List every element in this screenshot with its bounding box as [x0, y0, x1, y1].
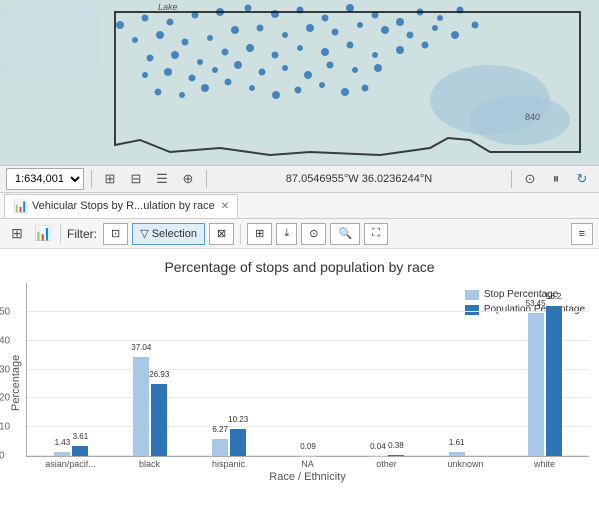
- filter-zoom-btn[interactable]: 🔍: [330, 223, 360, 245]
- map-area: Lake 840: [0, 0, 599, 165]
- filter-extra-btn[interactable]: ⊠: [209, 223, 234, 245]
- chart-plot: 010203040501.433.6137.0426.936.2710.230.…: [26, 283, 589, 457]
- x-axis-label: asian/pacif...: [31, 459, 110, 469]
- map-action-2[interactable]: ⏸: [545, 168, 567, 190]
- stop-bar: 37.04: [133, 357, 149, 456]
- bar-value-label: 10.23: [228, 415, 248, 424]
- tab-close-button[interactable]: ✕: [221, 201, 229, 212]
- pop-bar: 3.61: [72, 446, 88, 456]
- filter-selection-label: Selection: [152, 228, 197, 240]
- filter-fullscreen-btn[interactable]: ⛶: [364, 223, 388, 245]
- tab-bar: 📊 Vehicular Stops by R...ulation by race…: [0, 193, 599, 219]
- filter-text-label: Filter:: [67, 227, 97, 241]
- bar-group: 37.0426.93: [111, 357, 190, 456]
- stop-bar: 1.61: [449, 452, 465, 456]
- toolbar-separator-2: [206, 170, 207, 188]
- y-tick-label: 40: [0, 335, 10, 346]
- y-axis-label: Percentage: [10, 283, 26, 483]
- filter-map-btn[interactable]: ⊙: [301, 223, 326, 245]
- tab-chart-icon: 📊: [13, 199, 28, 213]
- y-tick-label: 20: [0, 393, 10, 404]
- filter-table-btn[interactable]: ⊞: [247, 223, 272, 245]
- filter-toolbar: ⊞ 📊 Filter: ⊡ ▽ Selection ⊠ ⊞ ⤓ ⊙ 🔍 ⛶ ≡: [0, 219, 599, 249]
- filter-icon-btn[interactable]: ⊡: [103, 223, 128, 245]
- filter-sep-2: [240, 224, 241, 244]
- y-tick-label: 0: [0, 451, 5, 462]
- map-tool-1[interactable]: ⊞: [99, 168, 121, 190]
- x-axis-label: hispanic: [189, 459, 268, 469]
- svg-text:Lake: Lake: [158, 2, 178, 12]
- right-icons: ≡: [571, 223, 593, 245]
- bar-value-label: 1.43: [55, 438, 71, 447]
- filter-funnel-icon: ▽: [140, 227, 148, 240]
- map-tool-3[interactable]: ☰: [151, 168, 173, 190]
- map-toolbar: 1:634,001 ⊞ ⊟ ☰ ⊕ 87.0546955°W 36.023624…: [0, 165, 599, 193]
- pop-bar: 56.2: [546, 306, 562, 456]
- bar-group: 1.433.61: [32, 446, 111, 456]
- chart-container: Percentage 010203040501.433.6137.0426.93…: [10, 283, 589, 483]
- x-axis-label: other: [347, 459, 426, 469]
- y-tick-label: 50: [0, 306, 10, 317]
- x-axis-label: unknown: [426, 459, 505, 469]
- map-action-1[interactable]: ⊙: [519, 168, 541, 190]
- chart-title: Percentage of stops and population by ra…: [10, 259, 589, 275]
- bar-value-label: 53.45: [526, 299, 546, 308]
- bar-value-label: 0.09: [300, 442, 316, 451]
- filter-selection-btn[interactable]: ▽ Selection: [132, 223, 205, 245]
- toolbar-chart-icon[interactable]: 📊: [32, 223, 54, 245]
- tab-label: Vehicular Stops by R...ulation by race: [32, 200, 215, 212]
- coordinate-display: 87.0546955°W 36.0236244°N: [214, 173, 504, 185]
- chart-area: Percentage of stops and population by ra…: [0, 249, 599, 510]
- x-labels: asian/pacif...blackhispanicNAotherunknow…: [26, 459, 589, 469]
- bar-value-label: 56.2: [546, 292, 562, 301]
- bars-wrapper: 1.433.6137.0426.936.2710.230.090.040.381…: [27, 283, 589, 456]
- toolbar-separator: [91, 170, 92, 188]
- y-tick-label: 10: [0, 422, 10, 433]
- stop-bar: 6.27: [212, 439, 228, 456]
- bar-value-label: 26.93: [149, 370, 169, 379]
- x-axis-label: NA: [268, 459, 347, 469]
- stop-bar: 53.45: [528, 313, 544, 456]
- pop-bar: 26.93: [151, 384, 167, 456]
- map-tool-2[interactable]: ⊟: [125, 168, 147, 190]
- filter-export-btn[interactable]: ⤓: [276, 223, 297, 245]
- map-tool-4[interactable]: ⊕: [177, 168, 199, 190]
- map-refresh[interactable]: ↻: [571, 168, 593, 190]
- tab-vehicular-stops[interactable]: 📊 Vehicular Stops by R...ulation by race…: [4, 194, 238, 218]
- bar-value-label: 0.04: [370, 442, 386, 451]
- x-axis-label: white: [505, 459, 584, 469]
- bar-group: 1.61: [426, 452, 505, 456]
- pop-bar: 10.23: [230, 429, 246, 456]
- bar-value-label: 37.04: [131, 343, 151, 352]
- bar-value-label: 3.61: [73, 432, 89, 441]
- y-tick-label: 30: [0, 364, 10, 375]
- filter-sep-1: [60, 224, 61, 244]
- bar-value-label: 0.38: [388, 441, 404, 450]
- bar-group: 53.4556.2: [505, 306, 584, 456]
- x-axis-title: Race / Ethnicity: [26, 471, 589, 483]
- x-axis-label: black: [110, 459, 189, 469]
- bar-value-label: 6.27: [212, 425, 228, 434]
- toolbar-icon-1[interactable]: ⊞: [6, 223, 28, 245]
- filter-options-btn[interactable]: ≡: [571, 223, 593, 245]
- stop-bar: 1.43: [54, 452, 70, 456]
- bar-value-label: 1.61: [449, 438, 465, 447]
- svg-text:840: 840: [525, 112, 540, 122]
- toolbar-separator-3: [511, 170, 512, 188]
- bar-group: 0.040.38: [347, 455, 426, 456]
- chart-inner: 010203040501.433.6137.0426.936.2710.230.…: [26, 283, 589, 483]
- scale-select[interactable]: 1:634,001: [6, 168, 84, 190]
- bar-group: 6.2710.23: [190, 429, 269, 456]
- pop-bar: 0.38: [388, 455, 404, 456]
